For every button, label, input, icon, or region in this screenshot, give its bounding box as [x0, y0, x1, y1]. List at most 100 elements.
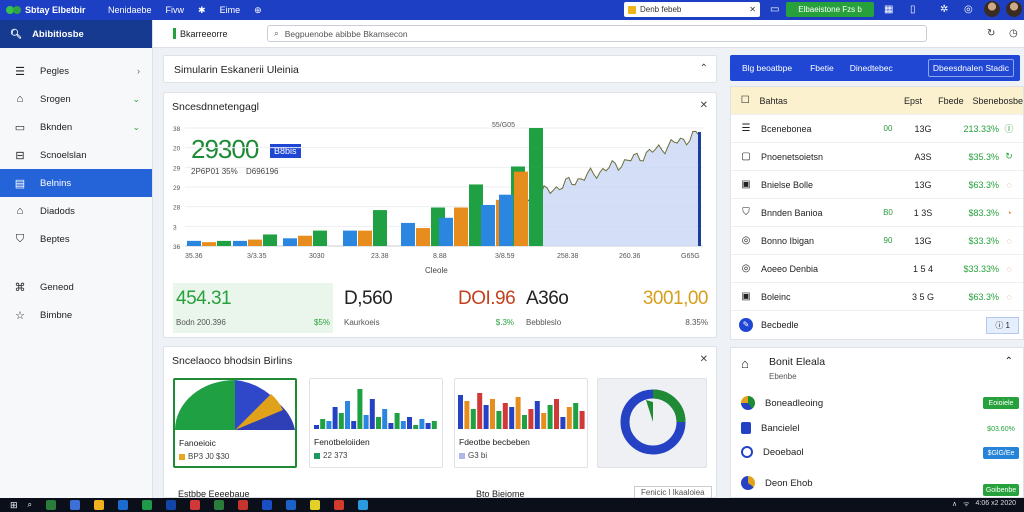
chevron-up-icon[interactable]: ⌃: [700, 63, 708, 74]
stat-card-0: 454.31 Bodn 200.396 $5%: [173, 283, 333, 333]
list-item[interactable]: Deon Ehob: [741, 476, 813, 490]
main-chart: 38 20 29 29 28 3 36 35.36 3/3.35 3030 23.38 8.88 3/…: [173, 126, 703, 260]
row-value: 13G: [914, 179, 932, 190]
row-name: Bnnden Banioa: [761, 207, 823, 218]
app-icon[interactable]: [358, 500, 369, 510]
collapsed-panel[interactable]: Simularin Eskanerii Uleinia ⌃: [163, 55, 717, 83]
status-badge: $03.60%: [983, 423, 1019, 435]
table-row[interactable]: ⛉ Bnnden Banioa B0 1 3S $83.3% ◔: [731, 199, 1023, 227]
clear-search-icon[interactable]: ✕: [749, 5, 756, 14]
table-row[interactable]: ◎ Bonno Ibigan 90 13G $33.3% ◌: [731, 227, 1023, 255]
chart-icon: ▣: [741, 291, 751, 302]
app-icon[interactable]: [190, 500, 201, 510]
top-search-input[interactable]: Denb febeb ✕: [624, 2, 760, 17]
sidebar-item-5[interactable]: ⌂ Diadods: [0, 197, 152, 225]
list-item[interactable]: Deoebaol: [741, 446, 804, 458]
sidebar-item-4[interactable]: ▤ Belnins: [0, 169, 152, 197]
row-status-icon[interactable]: ◌: [999, 180, 1019, 190]
app-icon[interactable]: [142, 500, 153, 510]
list-icon: ☰: [741, 123, 751, 134]
app-icon[interactable]: [46, 500, 57, 510]
refresh-icon[interactable]: ↻: [987, 28, 995, 39]
app-icon[interactable]: [262, 500, 273, 510]
app-icon[interactable]: [166, 500, 177, 510]
help-icon[interactable]: ◎: [964, 4, 973, 15]
bar: [283, 238, 297, 246]
checkbox-icon[interactable]: ☐: [731, 95, 759, 106]
settings-icon[interactable]: ✲: [940, 4, 948, 15]
mini-card-2[interactable]: Fdeotbe becbeben G3 bi: [454, 378, 588, 468]
app-name: Sbtay Elbetbir: [25, 5, 86, 15]
mini-card-3[interactable]: [597, 378, 707, 468]
sidebar-item-1[interactable]: ⌂ Srogen ⌄: [0, 85, 152, 113]
clock-text[interactable]: 4:06 x2 2020: [976, 500, 1016, 509]
row-status-icon[interactable]: ◌: [999, 292, 1019, 302]
avatar-secondary[interactable]: [1006, 1, 1022, 17]
bar: [698, 132, 701, 246]
tray-chevron-icon[interactable]: ∧: [952, 500, 957, 509]
mini-card-0[interactable]: Fanoeioic BP3 J0 $30: [173, 378, 297, 468]
list-item[interactable]: Boneadleoing: [741, 396, 823, 410]
row-status-icon[interactable]: ◌: [999, 264, 1019, 274]
close-icon[interactable]: ✕: [700, 354, 708, 365]
chevron-up-icon[interactable]: ⌃: [1005, 356, 1013, 367]
monitor-icon[interactable]: ▭: [770, 4, 779, 15]
search-icon[interactable]: ⌕: [28, 500, 32, 510]
sidebar-header[interactable]: 🔍︎ Abibitiosbe: [0, 20, 152, 48]
nav-item-1[interactable]: Fivw: [166, 5, 185, 15]
sidebar-item-0[interactable]: ☰ Pegles ›: [0, 57, 152, 85]
row-status-icon[interactable]: ↻: [999, 151, 1019, 162]
right-button-1[interactable]: Fbetie: [806, 60, 838, 76]
globe-icon[interactable]: ⊕: [254, 5, 262, 16]
bar: [351, 421, 357, 429]
app-logo[interactable]: Sbtay Elbetbir: [0, 5, 108, 15]
app-icon[interactable]: [286, 500, 297, 510]
list-item[interactable]: Bancielel: [741, 422, 800, 434]
bar: [483, 405, 489, 429]
table-row[interactable]: ▢ Pnoenetsoietsn A3S $35.3% ↻: [731, 143, 1023, 171]
app-icon[interactable]: [334, 500, 345, 510]
folder-icon[interactable]: [94, 500, 105, 510]
green-action-button[interactable]: Elbaeistone Fzs b: [786, 2, 874, 17]
tab-active[interactable]: Bkarreeorre: [173, 28, 228, 39]
sidebar-item-8[interactable]: ☆ Bimbne: [0, 301, 152, 329]
app-icon[interactable]: [238, 500, 249, 510]
row-percent: $33.3%: [968, 235, 999, 246]
mini-card-1[interactable]: Fenotbeloiiden 22 373: [309, 378, 443, 468]
row-status-icon[interactable]: ◔: [999, 208, 1019, 218]
main-search-input[interactable]: ⌕ Begpuenobe abibbe Bkamsecon: [267, 25, 927, 42]
table-row[interactable]: ☰ Bcenebonea 00 13G 213.33% Ⓘ: [731, 115, 1023, 143]
row-percent: $63.3%: [968, 291, 999, 302]
x-tick-label: 8.88: [433, 253, 447, 260]
right-button-2[interactable]: Dinedtebec: [846, 60, 897, 76]
mini-pie-chart: [175, 380, 295, 430]
sidebar-item-6[interactable]: ⛉ Beptes: [0, 225, 152, 253]
row-status-icon[interactable]: ◌: [999, 236, 1019, 246]
table-row[interactable]: ◎ Aoeeo Denbia 1 5 4 $33.33% ◌: [731, 255, 1023, 283]
app-icon[interactable]: [70, 500, 81, 510]
right-button-0[interactable]: Blg beoatbpe: [738, 60, 796, 76]
app-icon[interactable]: [310, 500, 321, 510]
table-row[interactable]: ▣ Boleinc 3 5 G $63.3% ◌: [731, 283, 1023, 311]
wifi-icon[interactable]: ᯤ: [963, 500, 969, 509]
window-icon[interactable]: ▯: [910, 4, 916, 15]
close-icon[interactable]: ✕: [700, 100, 708, 111]
nav-item-0[interactable]: Nenidaebe: [108, 5, 152, 15]
grid-icon[interactable]: ▦: [884, 4, 893, 15]
sidebar-item-2[interactable]: ▭ Bknden ⌄: [0, 113, 152, 141]
bar: [522, 415, 527, 429]
right-button-3[interactable]: Dbeesdnalen Stadic: [927, 59, 1014, 77]
clock-icon[interactable]: ◷: [1009, 28, 1018, 39]
app-icon[interactable]: [214, 500, 225, 510]
nav-item-2[interactable]: ✱: [198, 5, 206, 16]
bar: [529, 128, 543, 246]
avatar[interactable]: [984, 1, 1000, 17]
sidebar-item-7[interactable]: ⌘ Geneod: [0, 273, 152, 301]
windows-start-icon[interactable]: ⊞: [10, 500, 18, 511]
row-status-icon[interactable]: Ⓘ: [999, 122, 1019, 135]
app-icon[interactable]: [118, 500, 129, 510]
sidebar-item-3[interactable]: ⊟ Scnoelslan: [0, 141, 152, 169]
table-row[interactable]: ▣ Bnielse Bolle 13G $63.3% ◌: [731, 171, 1023, 199]
table-footer-button[interactable]: ⓘ 1: [986, 316, 1019, 334]
nav-item-3[interactable]: Eime: [220, 5, 241, 15]
